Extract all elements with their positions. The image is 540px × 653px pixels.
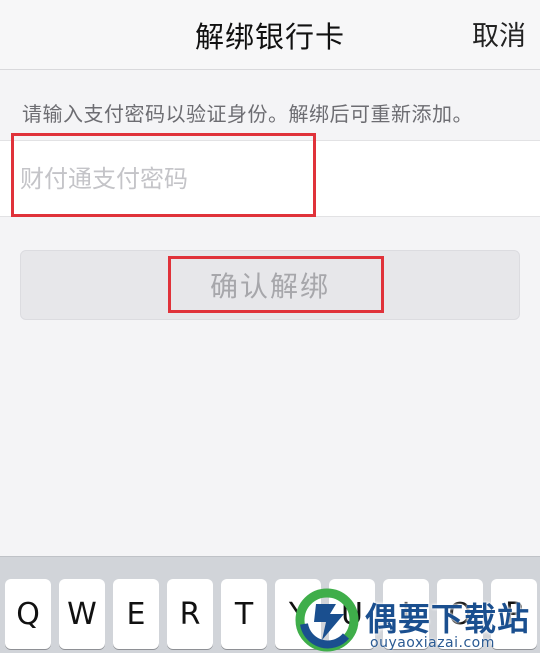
payment-password-input[interactable] bbox=[20, 159, 500, 199]
key-q[interactable]: Q bbox=[5, 579, 51, 649]
confirm-unbind-label: 确认解绑 bbox=[209, 270, 330, 303]
page-title: 解绑银行卡 bbox=[194, 20, 345, 54]
password-field-row bbox=[0, 140, 540, 217]
confirm-unbind-button[interactable]: 确认解绑 bbox=[20, 250, 520, 320]
key-i[interactable]: I bbox=[383, 579, 429, 649]
key-y[interactable]: Y bbox=[275, 579, 321, 649]
key-t[interactable]: T bbox=[221, 579, 267, 649]
key-r[interactable]: R bbox=[167, 579, 213, 649]
key-p[interactable]: P bbox=[491, 579, 537, 649]
key-w[interactable]: W bbox=[59, 579, 105, 649]
key-o[interactable]: O bbox=[437, 579, 483, 649]
key-u[interactable]: U bbox=[329, 579, 375, 649]
unbind-bank-card-screen: 解绑银行卡 取消 请输入支付密码以验证身份。解绑后可重新添加。 确认解绑 Q W… bbox=[0, 0, 540, 653]
navigation-bar: 解绑银行卡 取消 bbox=[0, 0, 540, 70]
instruction-text: 请输入支付密码以验证身份。解绑后可重新添加。 bbox=[22, 102, 473, 126]
key-e[interactable]: E bbox=[113, 579, 159, 649]
system-keyboard: Q W E R T Y U I O P bbox=[0, 556, 540, 653]
cancel-button[interactable]: 取消 bbox=[472, 14, 526, 53]
